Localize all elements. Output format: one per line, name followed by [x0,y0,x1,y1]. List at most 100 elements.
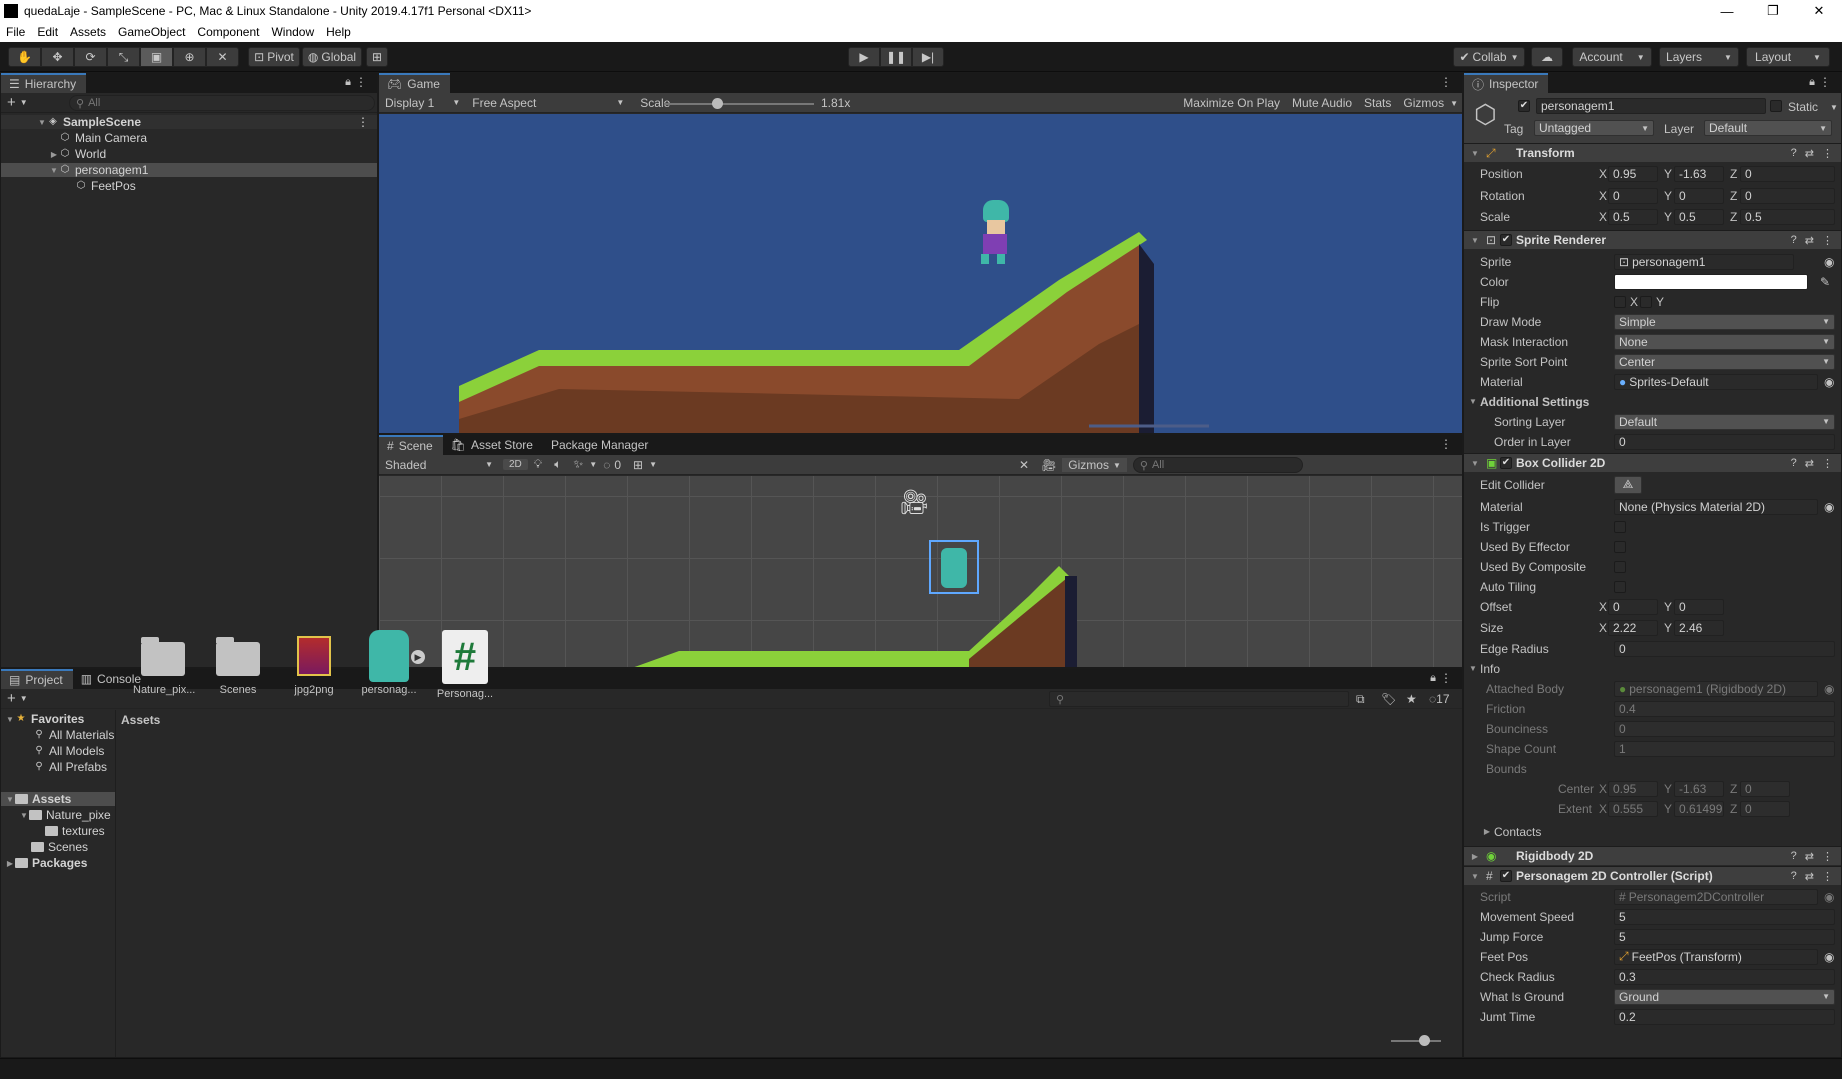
help-icon[interactable]: ? [1791,234,1797,247]
create-dropdown[interactable]: + ▼ [1,94,34,111]
rotation-z-field[interactable]: 0 [1740,187,1835,204]
size-x-field[interactable]: 2.22 [1608,619,1658,636]
sorting-layer-dropdown[interactable]: Default ▼ [1614,413,1835,430]
stats-toggle[interactable]: Stats [1358,96,1397,110]
tree-fav-prefabs[interactable]: ⚲ All Prefabs [1,760,115,774]
component-enabled-checkbox[interactable]: ✔ [1500,234,1512,246]
scene-viewport[interactable]: 🎥︎ [379,476,1462,667]
edge-radius-field[interactable]: 0 [1614,640,1835,657]
collider-material-field[interactable]: None (Physics Material 2D) [1614,498,1818,515]
account-dropdown[interactable]: Account ▼ [1572,47,1652,67]
project-search-input[interactable]: ⚲ [1049,691,1349,707]
menu-component[interactable]: Component [191,25,265,39]
flip-x-checkbox[interactable] [1614,295,1626,308]
scale-y-field[interactable]: 0.5 [1674,208,1724,225]
tab-project[interactable]: ▤ Project [1,669,73,689]
offset-y-field[interactable]: 0 [1674,598,1724,615]
material-field[interactable]: ● Sprites-Default [1614,373,1818,390]
size-y-field[interactable]: 2.46 [1674,619,1724,636]
label-icon[interactable]: 🏷︎ [1381,692,1396,706]
preset-icon[interactable]: ⇄ [1805,234,1814,247]
used-by-composite-checkbox[interactable] [1614,560,1626,573]
preset-icon[interactable]: ⇄ [1805,457,1814,470]
asset-personagem-sprite[interactable]: ▶ personag... [359,630,425,696]
lock-icon[interactable]: 🔒︎ [1430,672,1436,685]
star-icon[interactable]: ★ [1406,692,1417,706]
additional-settings-row[interactable]: ▼ Additional Settings [1464,393,1841,410]
asset-personagem-script[interactable]: # Personag... [435,630,495,700]
pivot-toggle[interactable]: ⊡ Pivot [248,47,300,67]
component-menu-icon[interactable]: ⋮ [1822,870,1833,883]
minimize-button[interactable]: — [1704,0,1750,22]
scene-search-input[interactable]: ⚲ All [1132,457,1303,473]
play-button[interactable]: ▶ [848,47,880,67]
object-picker-icon[interactable]: ◉ [1824,500,1834,514]
grid-toggle-icon[interactable]: ⊞ [627,458,649,472]
component-menu-icon[interactable]: ⋮ [1822,147,1833,160]
help-icon[interactable]: ? [1791,870,1797,883]
tag-dropdown[interactable]: Untagged ▼ [1534,120,1654,136]
sprite-renderer-header[interactable]: ▼ ⊡ ✔ Sprite Renderer ? ⇄ ⋮ [1464,230,1841,249]
tree-assets[interactable]: ▼ Assets [1,792,115,806]
offset-x-field[interactable]: 0 [1608,598,1658,615]
menu-window[interactable]: Window [265,25,320,39]
camera-icon[interactable]: 🎥︎ [1035,458,1062,472]
menu-gameobject[interactable]: GameObject [112,25,191,39]
transform-tool-icon[interactable]: ⊕ [173,47,206,67]
gizmos-caret-icon[interactable]: ▼ [1450,99,1458,108]
info-row[interactable]: ▼ Info [1464,660,1841,677]
asset-nature-pixel-folder[interactable]: Nature_pix... [133,632,195,696]
scale-x-field[interactable]: 0.5 [1608,208,1658,225]
eyedropper-icon[interactable]: ✎ [1820,275,1830,289]
tab-hierarchy[interactable]: ☰ Hierarchy [1,73,87,93]
feet-pos-field[interactable]: ⤢ FeetPos (Transform) [1614,948,1818,965]
jump-force-field[interactable]: 5 [1614,928,1835,945]
aspect-dropdown[interactable]: Free Aspect ▼ [466,96,630,110]
hierarchy-search-input[interactable]: ⚲ All [69,95,375,111]
2d-toggle[interactable]: 2D [503,459,528,470]
foldout-arrow-icon[interactable]: ▼ [1470,459,1480,468]
flip-y-checkbox[interactable] [1640,295,1652,308]
component-enabled-checkbox[interactable]: ✔ [1500,457,1512,469]
tree-fav-materials[interactable]: ⚲ All Materials [1,728,115,742]
maximize-on-play-toggle[interactable]: Maximize On Play [1177,96,1286,110]
preset-icon[interactable]: ⇄ [1805,870,1814,883]
rect-tool-icon[interactable]: ▣ [140,47,173,67]
tab-package-manager[interactable]: Package Manager [543,435,658,455]
shading-dropdown[interactable]: Shaded ▼ [379,458,499,472]
menu-help[interactable]: Help [320,25,357,39]
position-x-field[interactable]: 0.95 [1608,165,1658,182]
static-checkbox[interactable] [1770,100,1782,112]
transform-header[interactable]: ▼ ⤢ Transform ? ⇄ ⋮ [1464,143,1841,162]
foldout-arrow-icon[interactable]: ▼ [1468,397,1478,406]
cloud-button[interactable]: ☁ [1531,47,1563,67]
more-menu-icon[interactable]: ⋮ [1819,75,1831,89]
lock-icon[interactable]: 🔒︎ [345,76,351,89]
tab-inspector[interactable]: ⓘ Inspector [1464,73,1549,93]
active-checkbox[interactable]: ✔ [1518,100,1530,112]
foldout-arrow-icon[interactable]: ▼ [1470,149,1480,158]
used-by-effector-checkbox[interactable] [1614,540,1626,553]
scene-menu-icon[interactable]: ⋮ [357,115,369,129]
menu-edit[interactable]: Edit [31,25,64,39]
step-button[interactable]: ▶| [912,47,944,67]
object-name-field[interactable]: personagem1 [1536,98,1766,114]
tree-row-feetpos[interactable]: ⬡ FeetPos [1,179,377,193]
effects-icon[interactable]: ✨︎ [567,457,589,472]
grid-caret-icon[interactable]: ▼ [649,460,657,469]
position-z-field[interactable]: 0 [1740,165,1835,182]
display-dropdown[interactable]: Display 1 ▼ [379,96,466,110]
tab-game[interactable]: 🎮︎ Game [379,73,450,93]
asset-jpg2png[interactable]: jpg2png [284,632,344,696]
tree-row-samplescene[interactable]: ▼ ◈ SampleScene ⋮ [1,115,377,129]
layers-dropdown[interactable]: Layers ▼ [1659,47,1739,67]
is-trigger-checkbox[interactable] [1614,520,1626,533]
expand-arrow-icon[interactable]: ▼ [49,166,59,175]
preset-icon[interactable]: ⇄ [1805,147,1814,160]
more-menu-icon[interactable]: ⋮ [1440,437,1452,451]
create-asset-dropdown[interactable]: + ▼ [1,690,34,707]
foldout-arrow-icon[interactable]: ▼ [1468,664,1478,673]
scale-slider[interactable] [664,98,814,109]
color-swatch[interactable] [1614,273,1808,290]
jump-time-field[interactable]: 0.2 [1614,1008,1835,1025]
